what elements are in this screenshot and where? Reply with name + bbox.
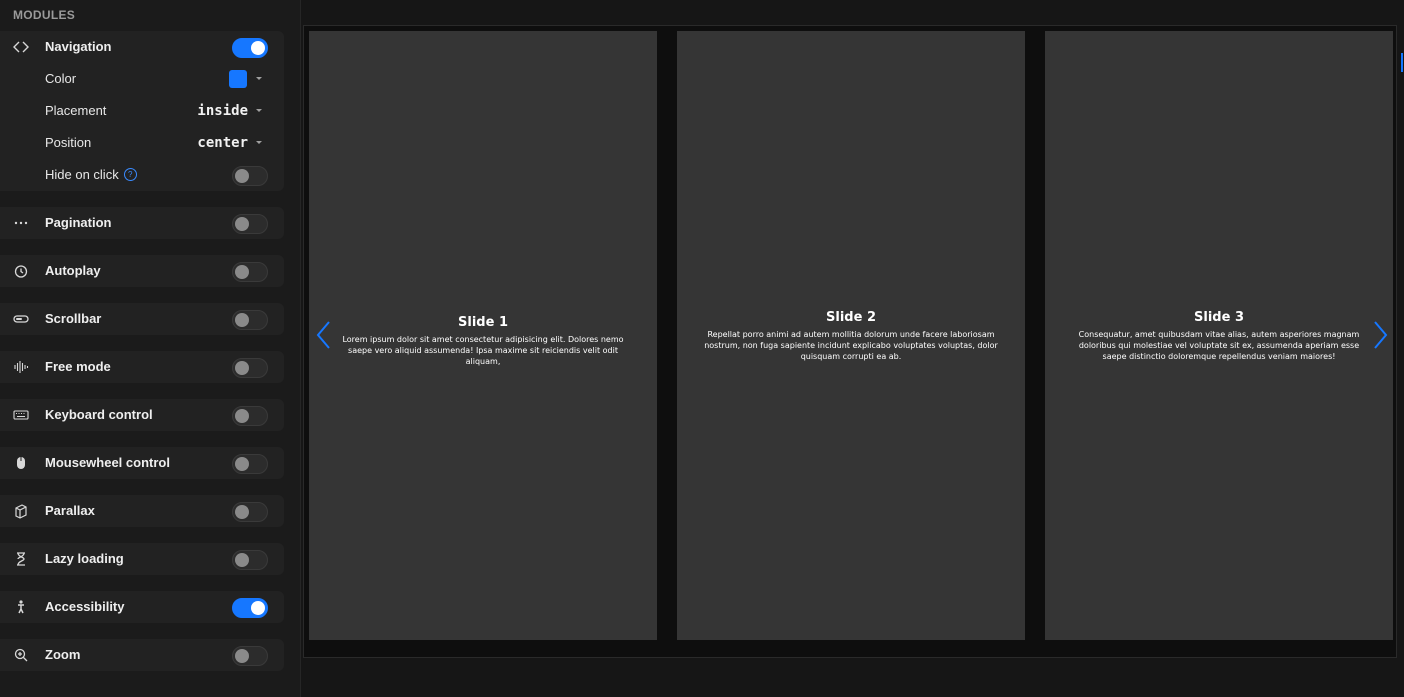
zoom-icon [12,647,29,663]
toggle-knob [235,409,249,423]
toggle-knob [235,265,249,279]
module-toggle[interactable] [232,262,268,282]
hide-on-click-label: Hide on click [45,167,119,182]
scroll-indicator[interactable] [1401,53,1403,72]
accessibility-icon [12,599,29,615]
dots-icon [12,215,29,231]
module-lazy-loading: Lazy loading [0,543,284,575]
module-label: Free mode [45,359,111,374]
position-label: Position [45,135,92,150]
color-row: Color [0,63,284,95]
module-label: Keyboard control [45,407,153,422]
module-autoplay: Autoplay [0,255,284,287]
module-toggle[interactable] [232,646,268,666]
module-row[interactable]: Keyboard control [0,399,284,431]
module-row[interactable]: Parallax [0,495,284,527]
parallax-icon [12,503,29,519]
modules-sidebar: MODULES Navigation Color Placement insid… [0,0,301,697]
module-toggle[interactable] [232,598,268,618]
slide-3[interactable]: Slide 3 Consequatur, amet quibusdam vita… [1045,31,1393,640]
module-label: Lazy loading [45,551,124,566]
module-accessibility: Accessibility [0,591,284,623]
mouse-icon [12,455,29,471]
module-label: Pagination [45,215,112,230]
module-row[interactable]: Mousewheel control [0,447,284,479]
module-toggle[interactable] [232,406,268,426]
modules-heading: MODULES [13,8,76,22]
scrollbar-icon [12,311,29,327]
hide-on-click-row: Hide on click? [0,159,284,191]
module-toggle[interactable] [232,358,268,378]
code-brackets-icon [12,39,29,55]
module-row[interactable]: Scrollbar [0,303,284,335]
chevron-down-icon[interactable] [256,77,262,80]
toggle-knob [251,601,265,615]
module-row[interactable]: Pagination [0,207,284,239]
sound-wave-icon [12,359,29,375]
module-mousewheel-control: Mousewheel control [0,447,284,479]
module-label: Accessibility [45,599,125,614]
module-keyboard-control: Keyboard control [0,399,284,431]
module-row[interactable]: Lazy loading [0,543,284,575]
module-label: Parallax [45,503,95,518]
module-parallax: Parallax [0,495,284,527]
chevron-down-icon[interactable] [256,141,262,144]
position-row: Position center [0,127,284,159]
hide-on-click-label-wrap: Hide on click? [45,159,137,191]
module-row[interactable]: Zoom [0,639,284,671]
timer-icon [12,263,29,279]
toggle-knob [235,361,249,375]
slide-title: Slide 2 [826,310,876,325]
module-label: Scrollbar [45,311,102,326]
toggle-knob [235,505,249,519]
keyboard-icon [12,407,29,423]
toggle-knob [235,553,249,567]
hide-on-click-toggle[interactable] [232,166,268,186]
module-row[interactable]: Autoplay [0,255,284,287]
module-label: Autoplay [45,263,101,278]
module-toggle[interactable] [232,550,268,570]
slide-1[interactable]: Slide 1 Lorem ipsum dolor sit amet conse… [309,31,657,640]
help-icon[interactable]: ? [123,168,137,181]
slide-text: Repellat porro animi ad autem mollitia d… [704,330,998,361]
module-label: Zoom [45,647,81,662]
toggle-knob [235,457,249,471]
slide-text: Consequatur, amet quibusdam vitae alias,… [1078,330,1360,361]
placement-select[interactable]: inside [197,95,248,127]
toggle-knob [235,649,249,663]
toggle-knob [235,217,249,231]
navigation-row[interactable]: Navigation [0,31,284,63]
hourglass-icon [12,551,29,567]
module-toggle[interactable] [232,454,268,474]
placement-label: Placement [45,103,107,118]
toggle-knob [251,41,265,55]
slide-2[interactable]: Slide 2 Repellat porro animi ad autem mo… [677,31,1025,640]
placement-row: Placement inside [0,95,284,127]
navigation-module: Navigation Color Placement inside Positi… [0,31,284,191]
module-row[interactable]: Free mode [0,351,284,383]
navigation-label: Navigation [45,39,112,54]
toggle-knob [235,169,249,183]
color-label: Color [45,71,77,86]
slide-title: Slide 1 [458,315,508,330]
module-label: Mousewheel control [45,455,170,470]
next-arrow-icon[interactable] [1370,319,1390,351]
module-zoom: Zoom [0,639,284,671]
navigation-toggle[interactable] [232,38,268,58]
module-toggle[interactable] [232,214,268,234]
module-toggle[interactable] [232,310,268,330]
slide-text: Lorem ipsum dolor sit amet consectetur a… [342,335,624,366]
module-free-mode: Free mode [0,351,284,383]
toggle-knob [235,313,249,327]
slider-preview: Slide 1 Lorem ipsum dolor sit amet conse… [303,25,1397,658]
module-pagination: Pagination [0,207,284,239]
prev-arrow-icon[interactable] [314,319,334,351]
slide-title: Slide 3 [1194,310,1244,325]
module-scrollbar: Scrollbar [0,303,284,335]
color-swatch[interactable] [229,70,247,88]
position-select[interactable]: center [197,127,248,159]
module-toggle[interactable] [232,502,268,522]
module-row[interactable]: Accessibility [0,591,284,623]
chevron-down-icon[interactable] [256,109,262,112]
